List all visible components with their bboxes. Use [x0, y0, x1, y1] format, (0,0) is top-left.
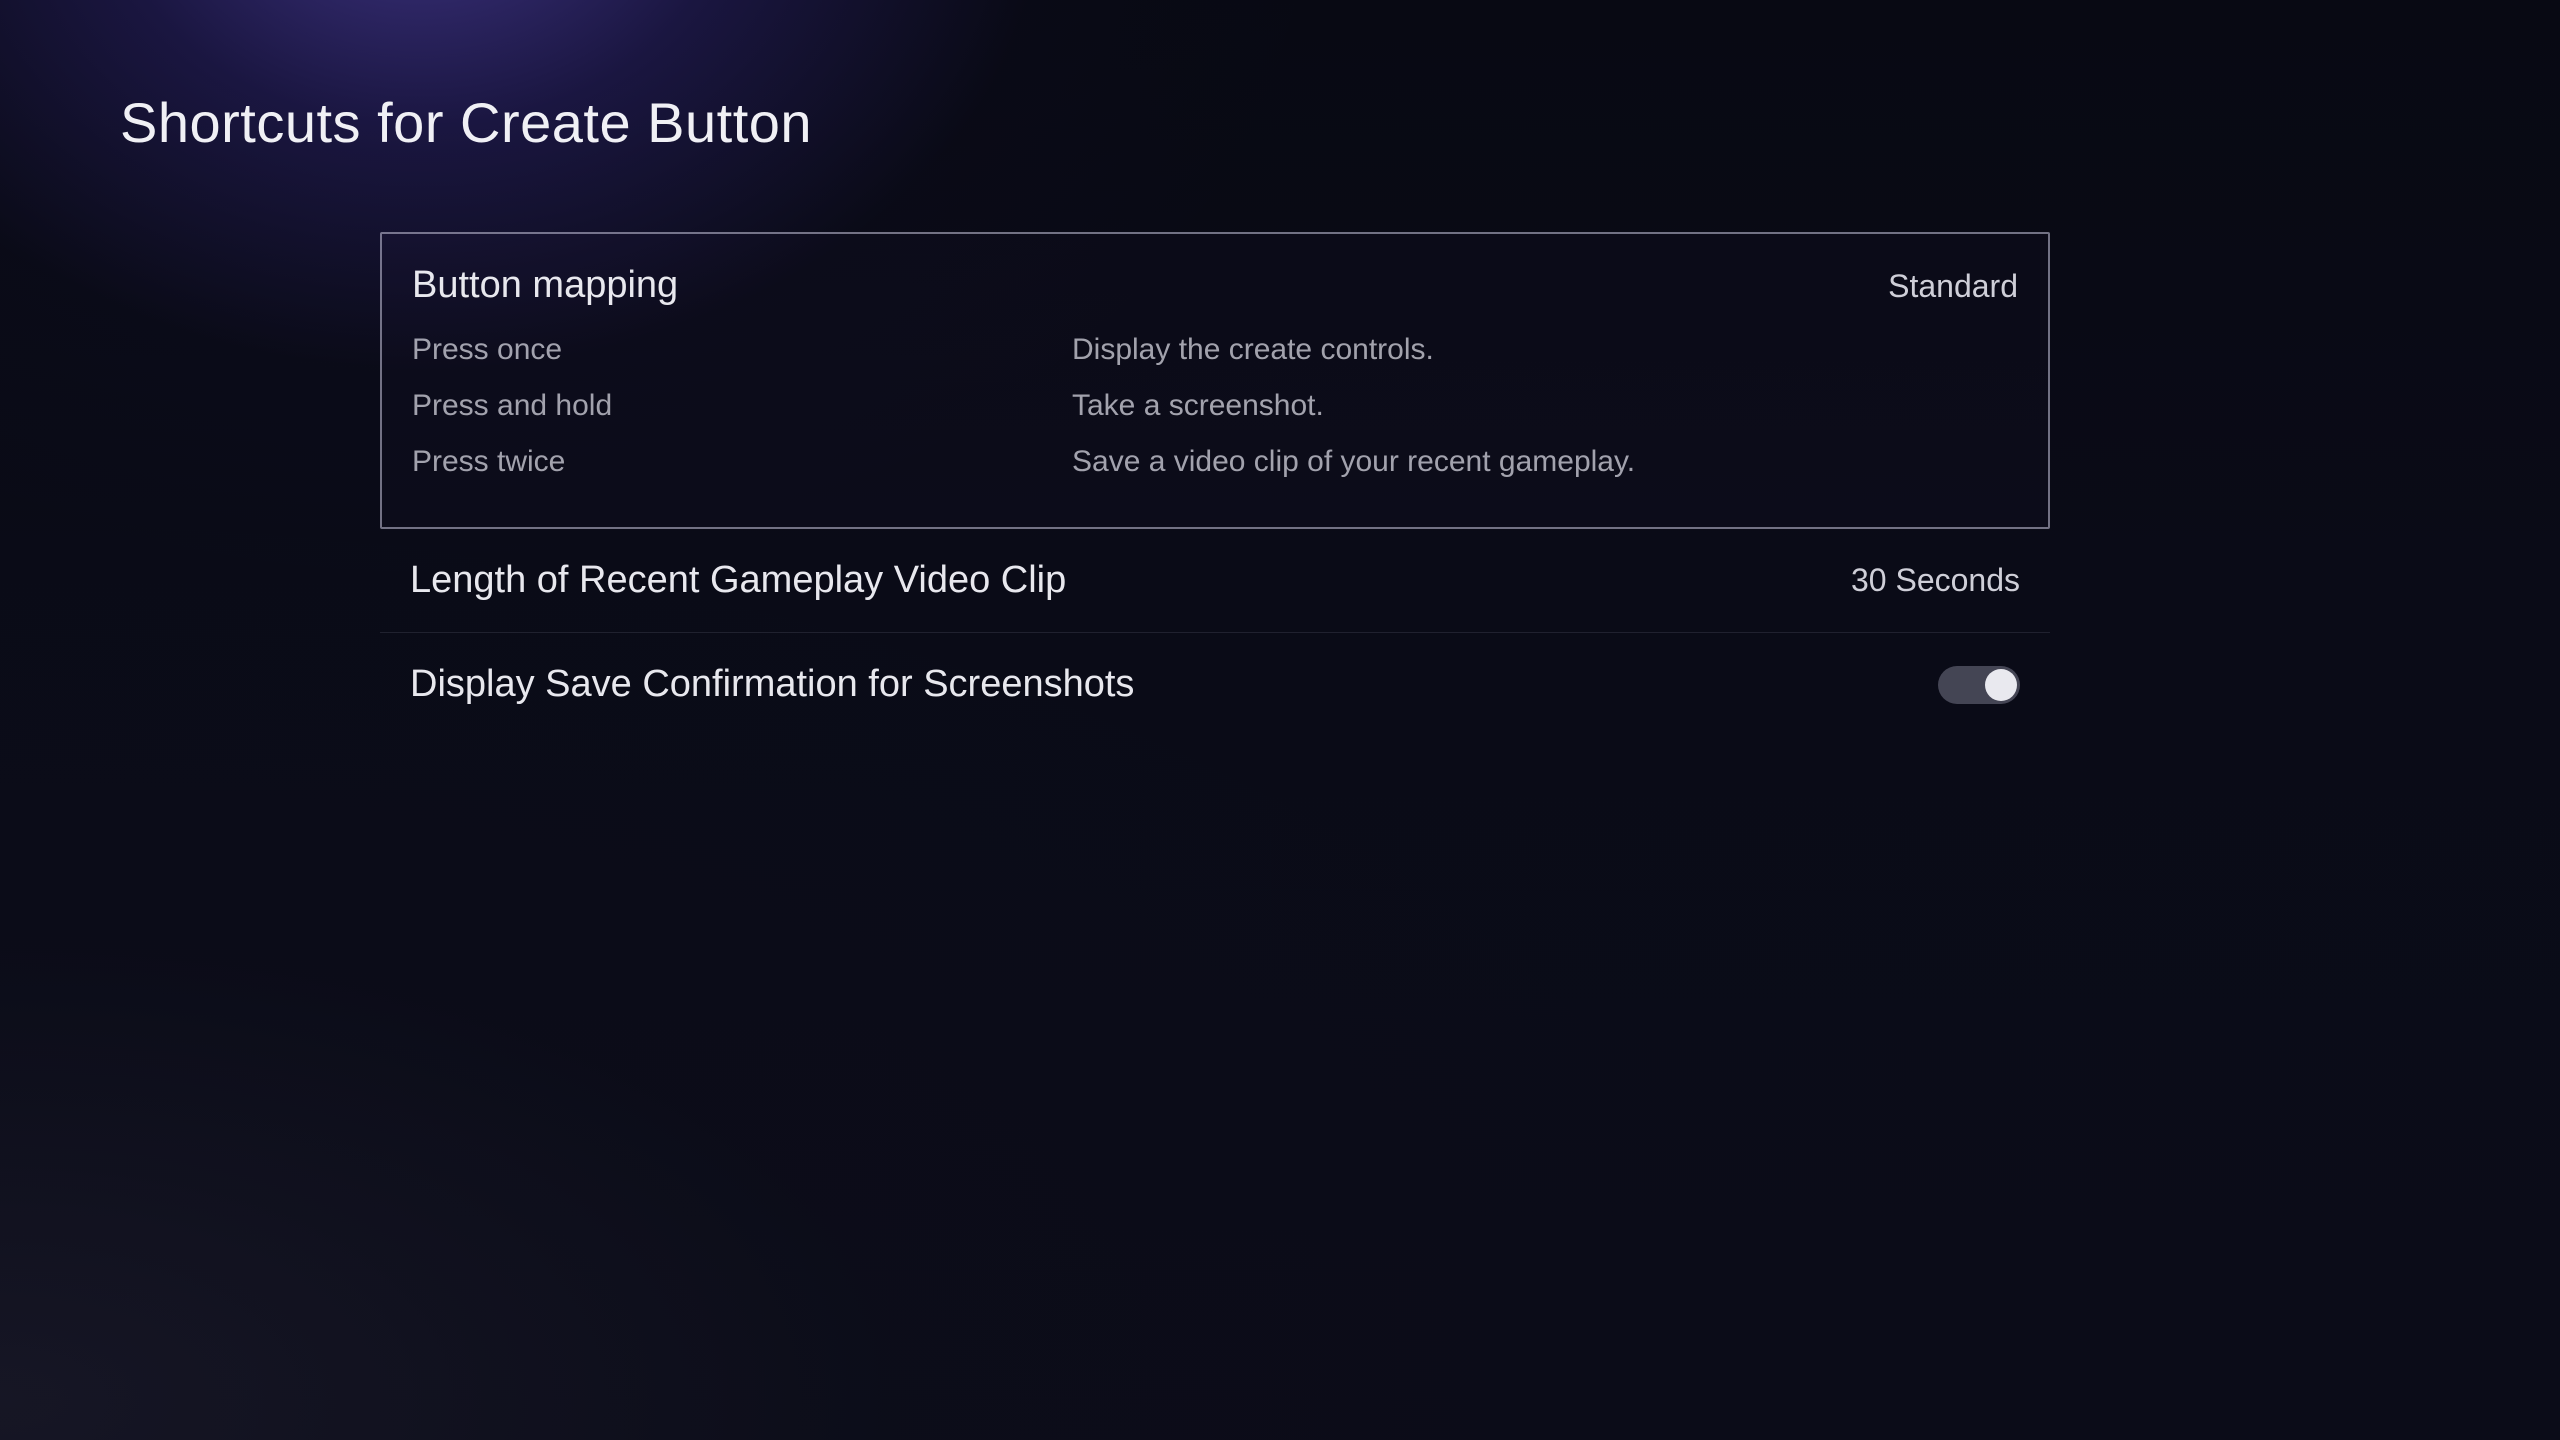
toggle-knob — [1985, 669, 2017, 701]
button-mapping-header: Button mapping Standard — [412, 264, 2018, 307]
clip-length-row[interactable]: Length of Recent Gameplay Video Clip 30 … — [380, 529, 2050, 633]
mapping-action: Press twice — [412, 445, 1072, 479]
mapping-result: Save a video clip of your recent gamepla… — [1072, 445, 2018, 479]
button-mapping-value: Standard — [1888, 268, 2018, 305]
save-confirmation-label: Display Save Confirmation for Screenshot… — [410, 663, 1134, 706]
page-title: Shortcuts for Create Button — [120, 90, 812, 155]
button-mapping-card[interactable]: Button mapping Standard Press once Displ… — [380, 232, 2050, 529]
mapping-result: Take a screenshot. — [1072, 389, 2018, 423]
mapping-action: Press once — [412, 333, 1072, 367]
clip-length-label: Length of Recent Gameplay Video Clip — [410, 559, 1066, 602]
button-mapping-label: Button mapping — [412, 264, 678, 307]
mapping-result: Display the create controls. — [1072, 333, 2018, 367]
save-confirmation-toggle[interactable] — [1938, 666, 2020, 704]
button-mapping-grid: Press once Display the create controls. … — [412, 333, 2018, 479]
save-confirmation-row[interactable]: Display Save Confirmation for Screenshot… — [380, 633, 2050, 736]
clip-length-value: 30 Seconds — [1851, 562, 2020, 599]
settings-panel: Button mapping Standard Press once Displ… — [380, 232, 2050, 736]
mapping-action: Press and hold — [412, 389, 1072, 423]
